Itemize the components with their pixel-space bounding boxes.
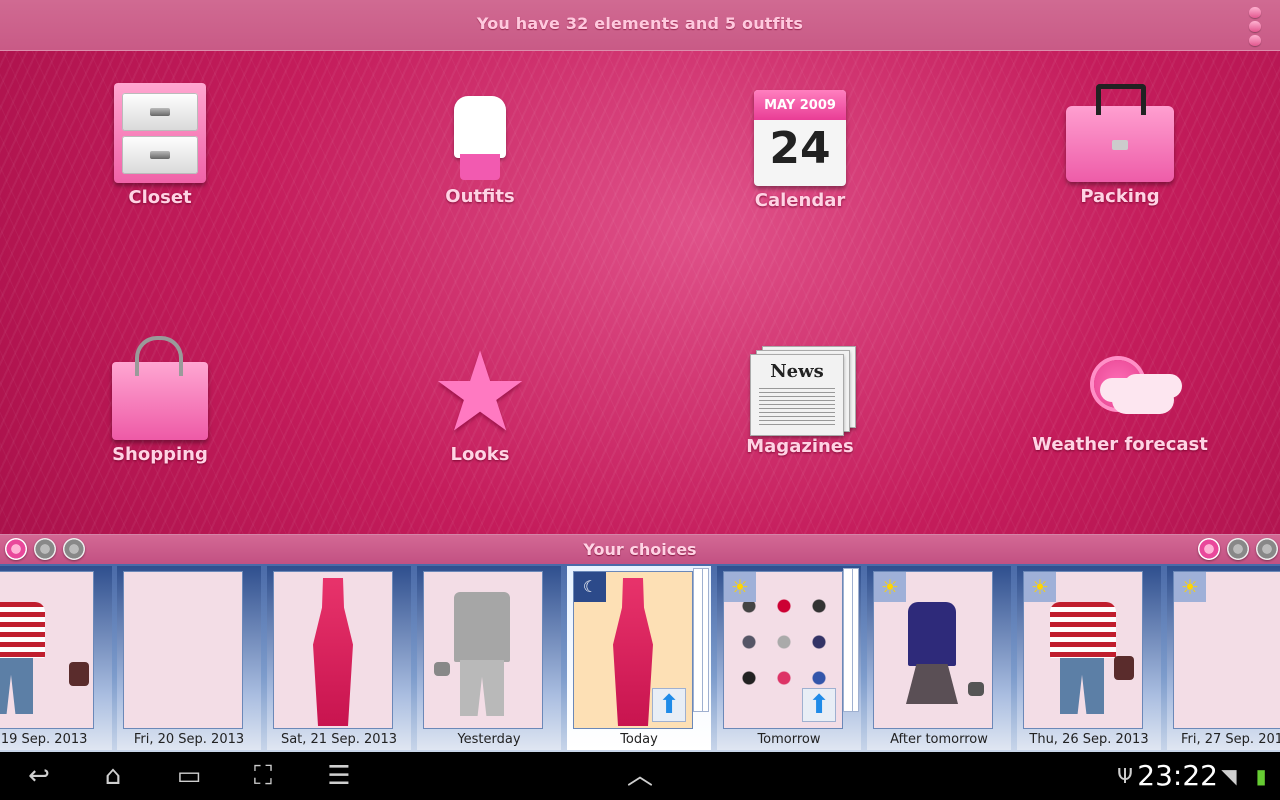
sun-icon: ☀ xyxy=(874,572,906,602)
day-caption: Fri, 27 Sep. 2013 xyxy=(1181,732,1280,747)
calendar-tile[interactable]: MAY 2009 24 Calendar xyxy=(700,90,900,211)
packing-label: Packing xyxy=(1080,186,1160,207)
sun-icon: ☀ xyxy=(724,572,756,602)
outfit-preview: ☀ xyxy=(1023,571,1143,729)
weather-tile[interactable]: Weather forecast xyxy=(1020,356,1220,455)
choices-title: Your choices xyxy=(583,540,697,559)
outfit-preview xyxy=(123,571,243,729)
outfit-preview: ☾ ⬆ xyxy=(573,571,693,729)
outfit-preview: ☀ xyxy=(873,571,993,729)
shopping-tile[interactable]: Shopping xyxy=(60,336,260,465)
calendar-month: MAY 2009 xyxy=(754,90,846,120)
day-caption: Today xyxy=(620,732,658,747)
looks-tile[interactable]: ★ Looks xyxy=(380,328,580,465)
outfits-tile[interactable]: Outfits xyxy=(380,88,580,207)
magazines-label: Magazines xyxy=(746,436,854,457)
day-card[interactable]: ☀ After tomorrow xyxy=(867,566,1011,750)
shopping-label: Shopping xyxy=(112,444,208,465)
day-card[interactable]: Yesterday xyxy=(417,566,561,750)
closet-tile[interactable]: Closet xyxy=(60,83,260,208)
menu-icon[interactable]: ☰ xyxy=(314,760,364,792)
day-caption: Sat, 21 Sep. 2013 xyxy=(280,732,398,747)
packing-tile[interactable]: Packing xyxy=(1020,84,1220,207)
calendar-day: 24 xyxy=(769,123,831,174)
day-card-today[interactable]: ☾ ⬆ Today xyxy=(567,566,711,750)
screenshot-icon[interactable]: ⛶ xyxy=(238,760,288,792)
closet-icon xyxy=(114,83,206,183)
top-bar: You have 32 elements and 5 outfits xyxy=(0,0,1280,51)
day-caption: , 19 Sep. 2013 xyxy=(0,732,88,747)
briefcase-icon xyxy=(1066,84,1174,182)
overflow-menu-icon[interactable] xyxy=(1248,4,1262,48)
up-arrow-icon[interactable]: ⬆ xyxy=(802,688,836,722)
star-icon: ★ xyxy=(430,328,530,456)
day-caption: Thu, 26 Sep. 2013 xyxy=(1029,732,1149,747)
collection-status: You have 32 elements and 5 outfits xyxy=(476,14,804,33)
day-card[interactable]: ☀ Thu, 26 Sep. 2013 xyxy=(1017,566,1161,750)
day-caption: Fri, 20 Sep. 2013 xyxy=(133,732,245,747)
calendar-label: Calendar xyxy=(754,190,846,211)
outfits-label: Outfits xyxy=(445,186,515,207)
outfit-icon xyxy=(440,88,520,182)
day-card[interactable]: ☀ ⬆ Tomorrow xyxy=(717,566,861,750)
system-nav-bar: ↩ ⌂ ▭ ⛶ ☰ ︿ Ψ 23:22 ◥ ▮ xyxy=(0,752,1280,800)
outfit-preview xyxy=(0,571,94,729)
shopping-bag-icon xyxy=(112,336,208,440)
newspaper-icon: News xyxy=(750,346,856,436)
outfit-preview xyxy=(423,571,543,729)
moon-icon: ☾ xyxy=(574,572,606,602)
outfit-preview xyxy=(273,571,393,729)
day-caption: After tomorrow xyxy=(890,732,988,747)
day-card[interactable]: Fri, 20 Sep. 2013 xyxy=(117,566,261,750)
day-card[interactable]: , 19 Sep. 2013 xyxy=(0,566,112,750)
outfit-preview: ☀ xyxy=(1173,571,1280,729)
page-dot-right-1[interactable] xyxy=(1198,538,1220,560)
home-icon[interactable]: ⌂ xyxy=(88,760,138,792)
chevron-up-icon[interactable]: ︿ xyxy=(615,760,665,792)
battery-icon: ▮ xyxy=(1255,764,1267,788)
up-arrow-icon[interactable]: ⬆ xyxy=(652,688,686,722)
news-heading: News xyxy=(770,361,824,382)
back-icon[interactable]: ↩ xyxy=(14,760,64,792)
recent-apps-icon[interactable]: ▭ xyxy=(164,760,214,792)
magazines-tile[interactable]: News Magazines xyxy=(700,342,900,457)
sun-icon: ☀ xyxy=(1174,572,1206,602)
sun-icon: ☀ xyxy=(1024,572,1056,602)
page-dot-right-2[interactable] xyxy=(1227,538,1249,560)
day-strip[interactable]: , 19 Sep. 2013 Fri, 20 Sep. 2013 Sat, 21… xyxy=(0,564,1280,752)
looks-label: Looks xyxy=(450,444,510,465)
page-dot-right-3[interactable] xyxy=(1256,538,1278,560)
closet-label: Closet xyxy=(128,187,192,208)
clock: 23:22 xyxy=(1137,759,1218,792)
wifi-icon: ◥ xyxy=(1221,764,1237,788)
day-caption: Yesterday xyxy=(457,732,521,747)
day-caption: Tomorrow xyxy=(757,732,821,747)
weather-label: Weather forecast xyxy=(1032,434,1208,455)
day-card[interactable]: Sat, 21 Sep. 2013 xyxy=(267,566,411,750)
choices-bar: Your choices xyxy=(0,534,1280,565)
day-card[interactable]: ☀ Fri, 27 Sep. 2013 xyxy=(1167,566,1280,750)
weather-icon xyxy=(1070,356,1174,430)
calendar-icon: MAY 2009 24 xyxy=(754,90,846,186)
outfit-preview: ☀ ⬆ xyxy=(723,571,843,729)
